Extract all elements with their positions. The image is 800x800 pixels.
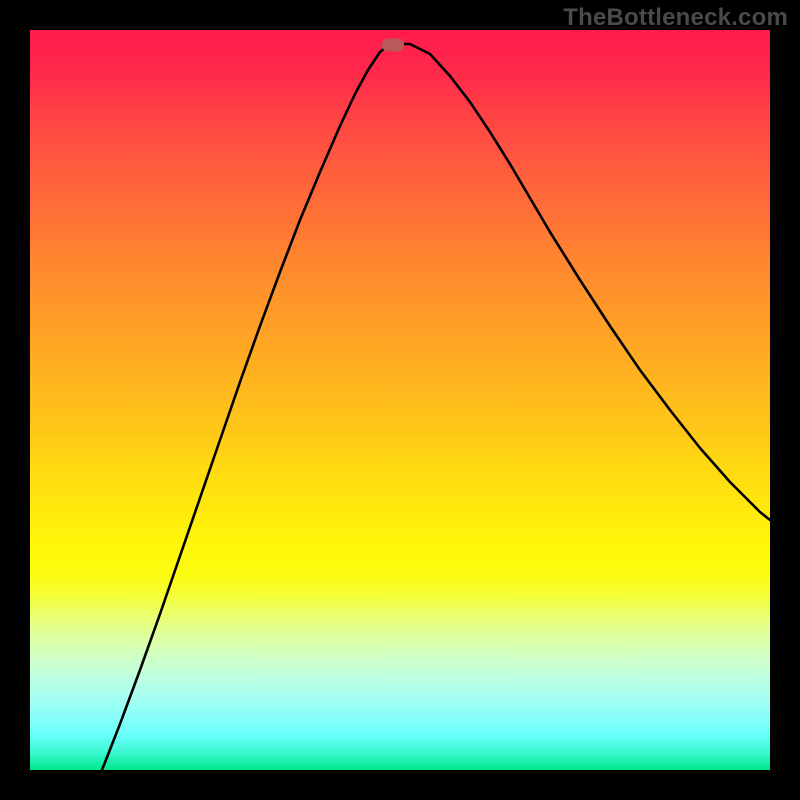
watermark-text: TheBottleneck.com: [563, 4, 788, 32]
chart-frame: TheBottleneck.com: [0, 0, 800, 800]
minimum-marker: [382, 39, 404, 52]
chart-plot-area: [30, 30, 770, 770]
bottleneck-curve: [102, 44, 770, 770]
chart-svg: [30, 30, 770, 770]
